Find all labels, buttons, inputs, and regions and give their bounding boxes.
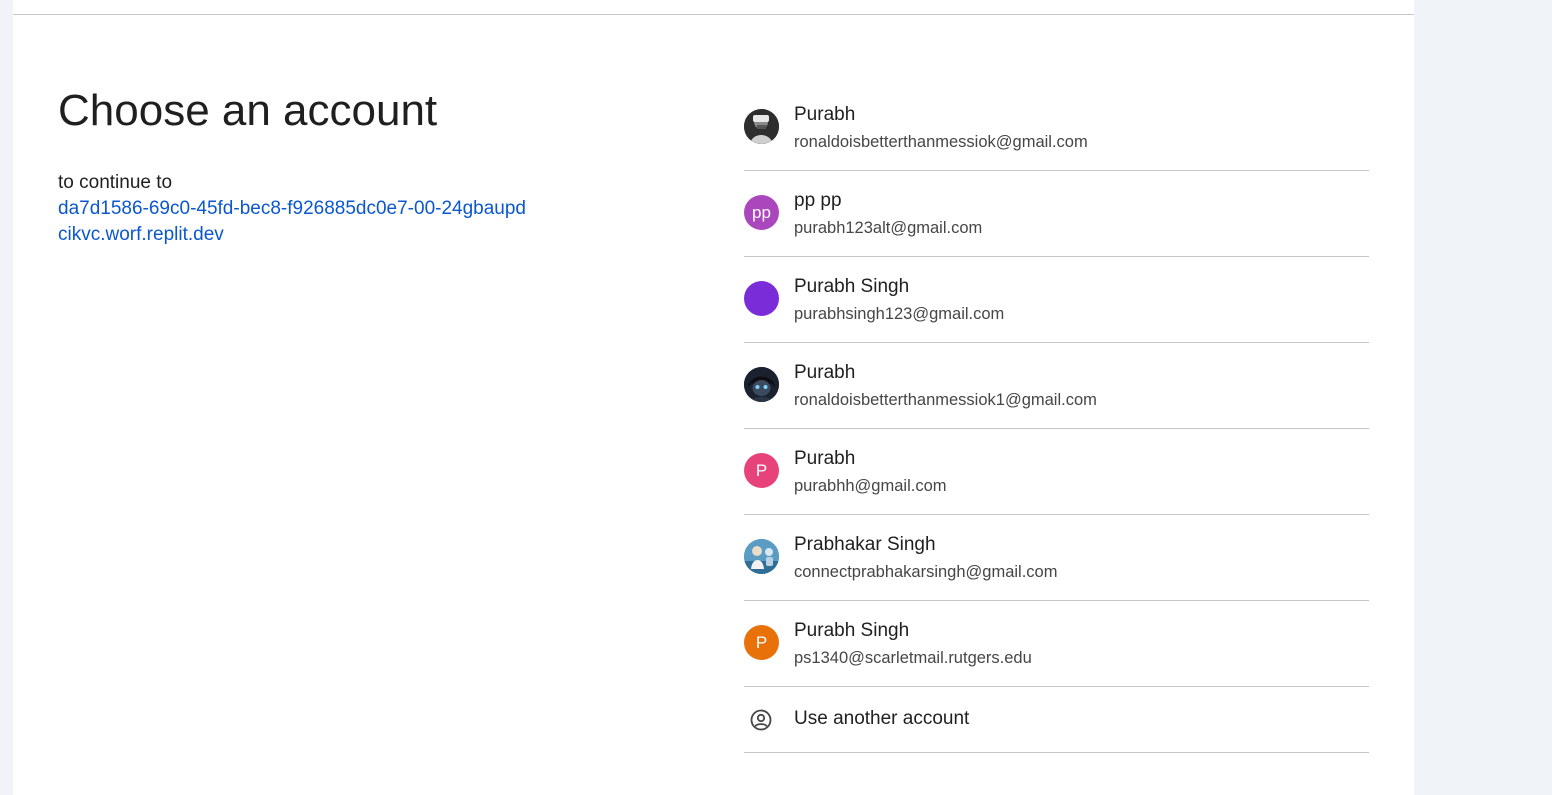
account-list: Purabh ronaldoisbetterthanmessiok@gmail.…	[744, 85, 1369, 753]
avatar	[744, 367, 779, 402]
account-name: pp pp	[794, 190, 842, 211]
continue-target-link[interactable]: da7d1586-69c0-45fd-bec8-f926885dc0e7-00-…	[58, 196, 528, 248]
account-chooser-card: Choose an account to continue to da7d158…	[13, 0, 1414, 795]
account-row[interactable]: Purabh ronaldoisbetterthanmessiok1@gmail…	[744, 343, 1369, 429]
left-pane: Choose an account to continue to da7d158…	[58, 82, 618, 248]
account-row[interactable]: Purabh ronaldoisbetterthanmessiok@gmail.…	[744, 85, 1369, 171]
account-name: Purabh	[794, 448, 856, 469]
account-email: purabhsingh123@gmail.com	[794, 305, 1005, 323]
account-email: purabh123alt@gmail.com	[794, 219, 983, 237]
account-name: Purabh	[794, 362, 856, 383]
avatar-initials: P	[755, 460, 768, 480]
continue-label: to continue to	[58, 172, 173, 193]
account-name: Purabh Singh	[794, 276, 910, 297]
avatar	[744, 109, 779, 144]
account-row[interactable]: P Purabh Singh ps1340@scarletmail.rutger…	[744, 601, 1369, 687]
avatar: pp	[744, 195, 779, 230]
profile-photo-icon	[744, 109, 779, 144]
account-email: ronaldoisbetterthanmessiok@gmail.com	[794, 133, 1088, 151]
account-row[interactable]: Prabhakar Singh connectprabhakarsingh@gm…	[744, 515, 1369, 601]
avatar-initials: P	[755, 632, 768, 652]
account-email: purabhh@gmail.com	[794, 477, 947, 495]
account-row[interactable]: Purabh Singh purabhsingh123@gmail.com	[744, 257, 1369, 343]
use-another-account-label: Use another account	[794, 708, 970, 729]
top-divider	[13, 14, 1414, 15]
account-email: ps1340@scarletmail.rutgers.edu	[794, 649, 1032, 667]
avatar	[744, 539, 779, 574]
account-row[interactable]: P Purabh purabhh@gmail.com	[744, 429, 1369, 515]
page-title: Choose an account	[58, 86, 438, 135]
account-name: Prabhakar Singh	[794, 534, 936, 555]
account-name: Purabh	[794, 104, 856, 125]
account-email: ronaldoisbetterthanmessiok1@gmail.com	[794, 391, 1097, 409]
account-name: Purabh Singh	[794, 620, 910, 641]
avatar	[744, 281, 779, 316]
avatar: P	[744, 625, 779, 660]
account-row[interactable]: pp pp pp purabh123alt@gmail.com	[744, 171, 1369, 257]
account-circle-icon	[750, 709, 772, 731]
account-email: connectprabhakarsingh@gmail.com	[794, 563, 1058, 581]
profile-photo-icon	[744, 539, 779, 574]
use-another-account-button[interactable]: Use another account	[744, 687, 1369, 753]
avatar: P	[744, 453, 779, 488]
profile-photo-icon	[744, 367, 779, 402]
avatar-initials: pp	[752, 202, 771, 222]
